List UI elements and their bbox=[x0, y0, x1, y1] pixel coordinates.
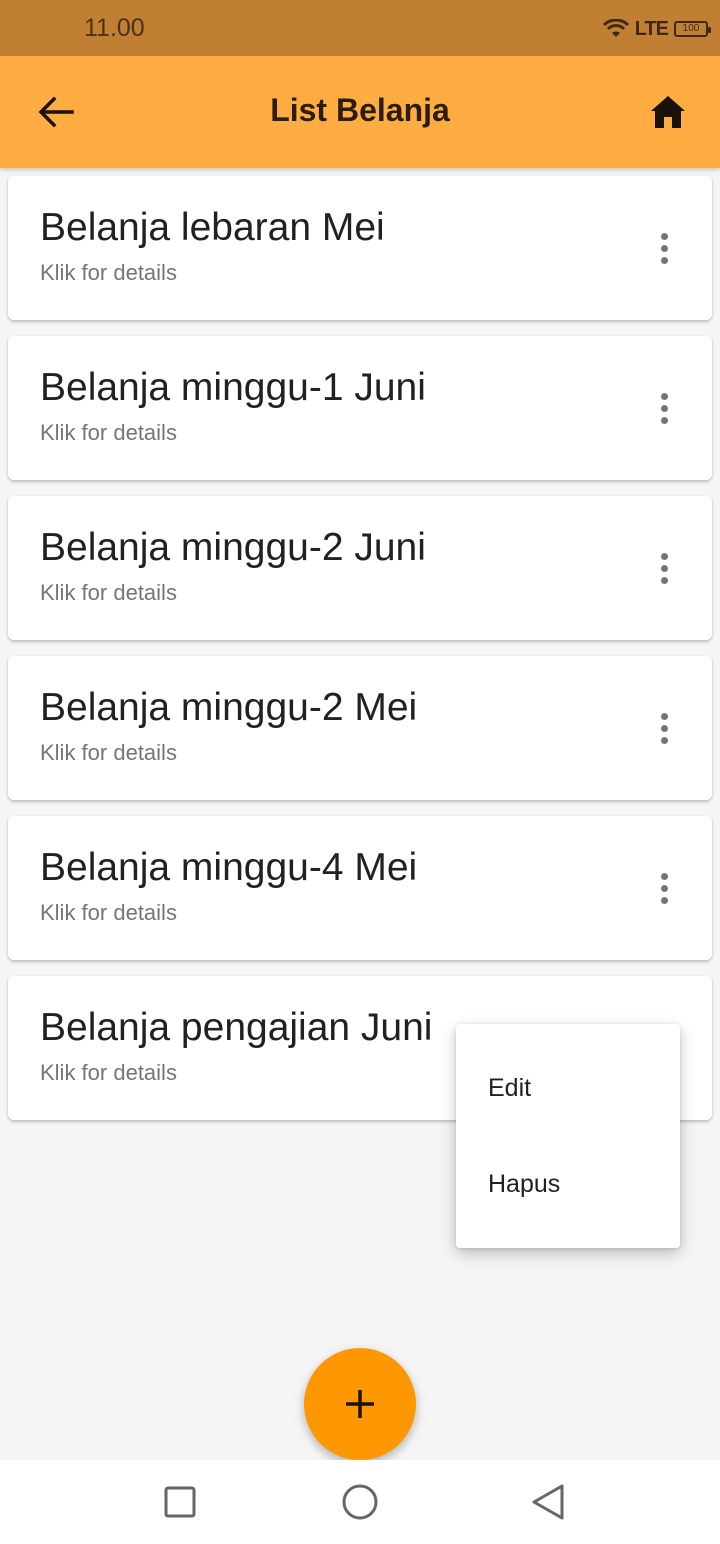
add-button[interactable] bbox=[304, 1348, 416, 1460]
status-bar: 11.00 LTE 100 bbox=[0, 0, 720, 56]
plus-icon bbox=[346, 1390, 374, 1418]
list-item-subtitle: Klik for details bbox=[40, 900, 177, 925]
menu-item-hapus[interactable]: Hapus bbox=[456, 1136, 680, 1232]
system-nav-bar bbox=[0, 1460, 720, 1544]
app-bar: List Belanja bbox=[0, 56, 720, 168]
home-circle-icon bbox=[342, 1484, 378, 1520]
list-item-title: Belanja minggu-2 Juni bbox=[40, 526, 426, 569]
shopping-list: Belanja lebaran Mei Klik for details Bel… bbox=[8, 176, 712, 1136]
wifi-icon bbox=[602, 19, 629, 39]
list-item-title: Belanja minggu-1 Juni bbox=[40, 366, 426, 409]
more-vertical-icon[interactable] bbox=[648, 544, 680, 592]
list-item[interactable]: Belanja minggu-2 Mei Klik for details bbox=[8, 656, 712, 800]
back-nav-button[interactable] bbox=[524, 1478, 572, 1526]
list-item-title: Belanja minggu-2 Mei bbox=[40, 686, 418, 729]
battery-level: 100 bbox=[682, 23, 700, 34]
home-nav-button[interactable] bbox=[336, 1478, 384, 1526]
list-item-subtitle: Klik for details bbox=[40, 1060, 177, 1085]
lte-icon: LTE bbox=[634, 17, 669, 40]
recents-button[interactable] bbox=[156, 1478, 204, 1526]
screen: 11.00 LTE 100 List Belanja Belanja lebar… bbox=[0, 0, 720, 1544]
list-item-subtitle: Klik for details bbox=[40, 580, 177, 605]
list-item[interactable]: Belanja minggu-4 Mei Klik for details bbox=[8, 816, 712, 960]
list-item-subtitle: Klik for details bbox=[40, 420, 177, 445]
recents-square-icon bbox=[164, 1486, 196, 1518]
popup-menu: Edit Hapus bbox=[456, 1024, 680, 1248]
list-item[interactable]: Belanja minggu-2 Juni Klik for details bbox=[8, 496, 712, 640]
more-vertical-icon[interactable] bbox=[648, 704, 680, 752]
back-triangle-icon bbox=[532, 1484, 564, 1520]
more-vertical-icon[interactable] bbox=[648, 384, 680, 432]
list-item[interactable]: Belanja minggu-1 Juni Klik for details bbox=[8, 336, 712, 480]
status-icons: LTE 100 bbox=[602, 14, 711, 44]
more-vertical-icon[interactable] bbox=[648, 864, 680, 912]
list-item-title: Belanja pengajian Juni bbox=[40, 1006, 433, 1049]
page-title: List Belanja bbox=[270, 92, 450, 128]
battery-icon: 100 bbox=[674, 21, 711, 37]
status-time: 11.00 bbox=[84, 14, 145, 42]
list-item-subtitle: Klik for details bbox=[40, 740, 177, 765]
menu-item-edit[interactable]: Edit bbox=[456, 1040, 680, 1136]
home-icon bbox=[651, 96, 685, 128]
list-item-title: Belanja minggu-4 Mei bbox=[40, 846, 418, 889]
more-vertical-icon[interactable] bbox=[648, 224, 680, 272]
list-item-title: Belanja lebaran Mei bbox=[40, 206, 385, 249]
list-item-subtitle: Klik for details bbox=[40, 260, 177, 285]
home-button[interactable] bbox=[636, 84, 700, 140]
list-item[interactable]: Belanja lebaran Mei Klik for details bbox=[8, 176, 712, 320]
